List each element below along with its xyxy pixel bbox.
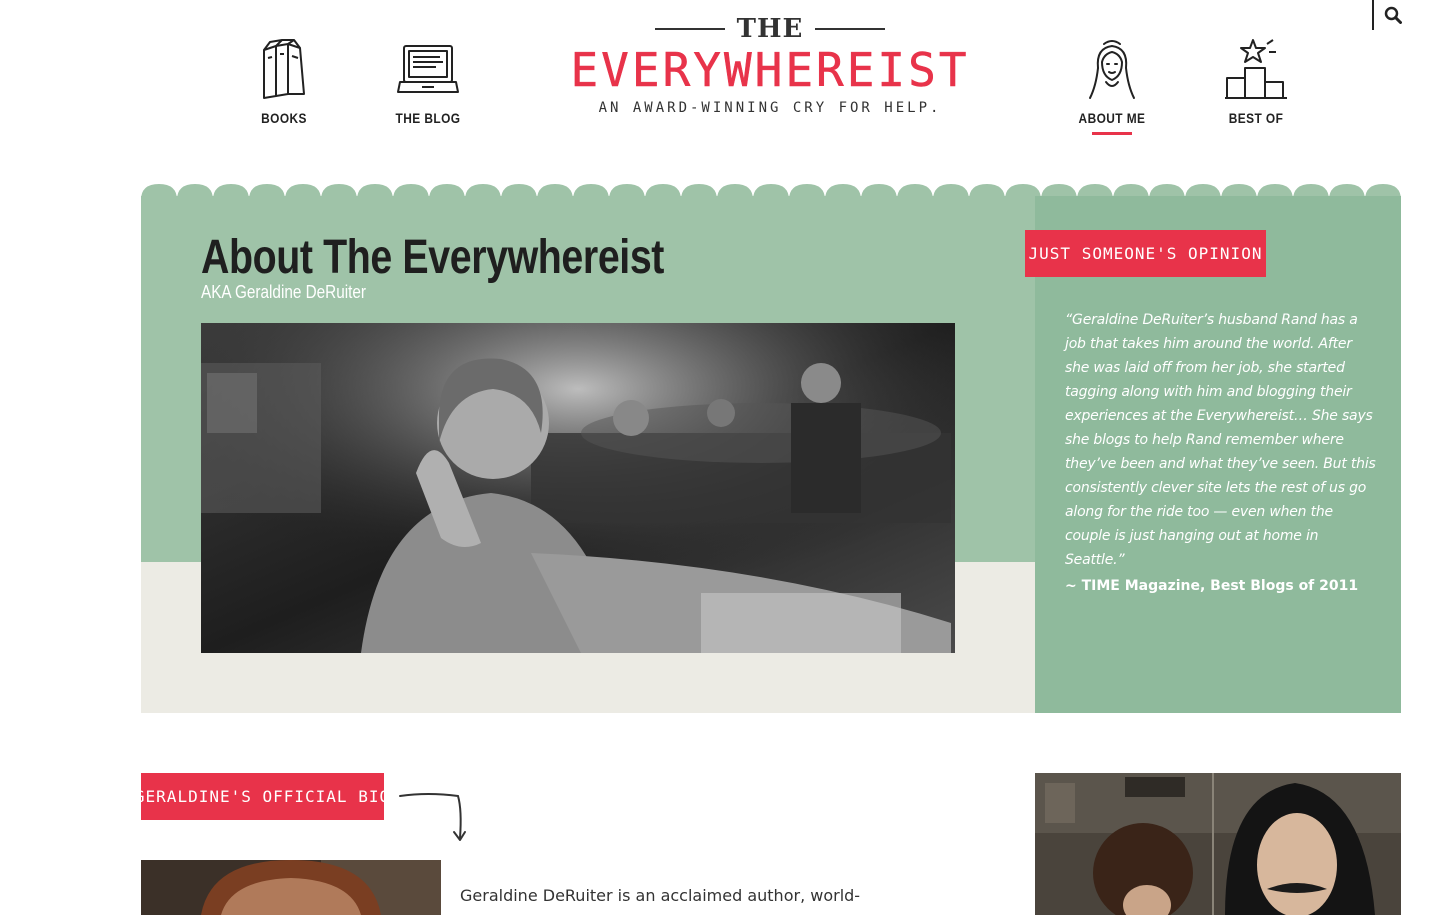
bio-tag: GERALDINE'S OFFICIAL BIO bbox=[135, 773, 389, 820]
bio-photo-image bbox=[141, 860, 441, 915]
costume-photo bbox=[1035, 773, 1401, 915]
logo-name: EVERYWHEREIST bbox=[570, 43, 970, 97]
about-hero: About The Everywhereist AKA Geraldine De… bbox=[141, 196, 1401, 713]
nav-item-about-me[interactable]: ABOUT ME bbox=[1057, 38, 1167, 135]
logo-tagline: AN AWARD-WINNING CRY FOR HELP. bbox=[598, 100, 942, 116]
nav-label-books: BOOKS bbox=[261, 110, 307, 126]
hero-photo bbox=[201, 323, 955, 653]
quote-tag: JUST SOMEONE'S OPINION bbox=[1025, 230, 1266, 277]
laptop-icon bbox=[397, 45, 459, 93]
logo-ornament-left bbox=[654, 28, 725, 30]
woman-portrait-icon bbox=[1089, 40, 1135, 99]
nav-label-the-blog: THE BLOG bbox=[395, 110, 461, 126]
nav-item-best-of[interactable]: BEST OF bbox=[1201, 38, 1311, 126]
site-logo[interactable]: THE EVERYWHEREIST AN AWARD-WINNING CRY F… bbox=[560, 10, 980, 130]
nav-label-best-of: BEST OF bbox=[1228, 110, 1284, 126]
bio-text: Geraldine DeRuiter is an acclaimed autho… bbox=[460, 886, 861, 905]
arrow-down-icon bbox=[399, 793, 466, 841]
logo-ornament-right bbox=[815, 28, 886, 30]
logo-the: THE bbox=[736, 14, 804, 44]
active-nav-indicator bbox=[1092, 132, 1132, 135]
page-subtitle: AKA Geraldine DeRuiter bbox=[201, 282, 366, 302]
podium-star-icon bbox=[1225, 39, 1287, 99]
nav-item-books[interactable]: BOOKS bbox=[229, 38, 339, 126]
nav-item-the-blog[interactable]: THE BLOG bbox=[373, 38, 483, 126]
hero-photo-image bbox=[201, 323, 955, 653]
books-icon bbox=[263, 39, 305, 99]
press-quote-source: ~ TIME Magazine, Best Blogs of 2011 bbox=[1065, 578, 1359, 594]
costume-photo-image bbox=[1035, 773, 1401, 915]
page-title: About The Everywhereist bbox=[201, 231, 665, 284]
nav-label-about-me: ABOUT ME bbox=[1078, 110, 1146, 126]
search-button[interactable] bbox=[1372, 0, 1412, 30]
press-quote: “Geraldine DeRuiter’s husband Rand has a… bbox=[1065, 312, 1376, 568]
bio-photo bbox=[141, 860, 441, 915]
search-icon bbox=[1384, 6, 1402, 24]
